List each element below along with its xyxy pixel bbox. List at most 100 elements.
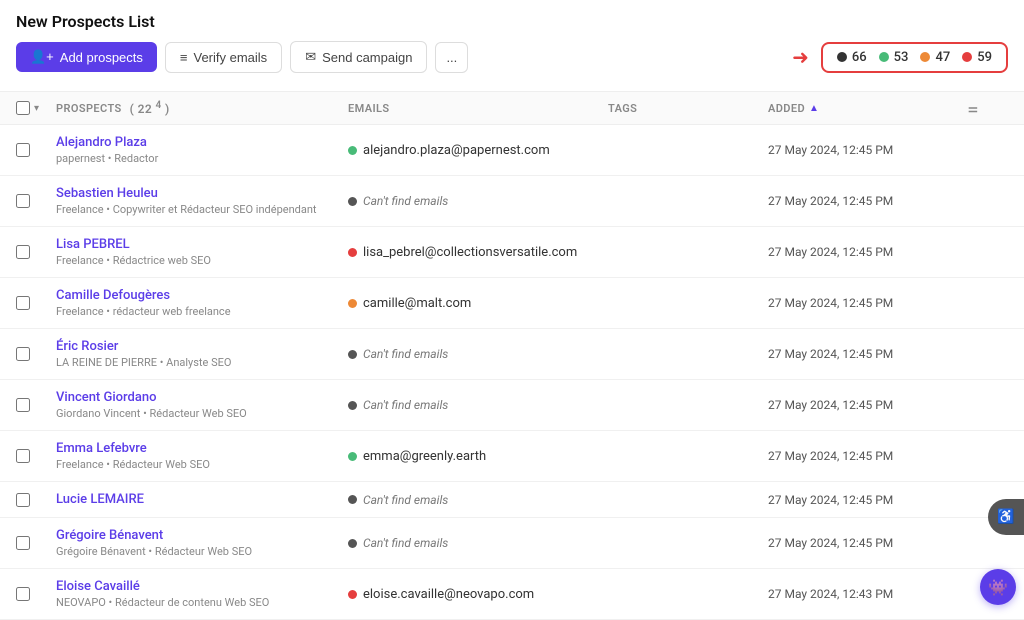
th-emails-label: EMAILS <box>348 102 390 115</box>
th-added[interactable]: ADDED ▲ <box>768 102 968 115</box>
row-checkbox[interactable] <box>16 587 30 601</box>
email-text: emma@greenly.earth <box>363 449 486 464</box>
verify-emails-icon: ≡ <box>180 50 188 65</box>
send-campaign-label: Send campaign <box>322 50 412 65</box>
arrow-indicator: ➜ <box>792 45 809 69</box>
stat-orange-count: 47 <box>935 50 950 65</box>
prospect-name-link[interactable]: Grégoire Bénavent <box>56 528 163 543</box>
select-all-checkbox[interactable] <box>16 101 30 115</box>
row-checkbox-cell <box>16 296 56 310</box>
email-status-dot <box>348 350 357 359</box>
email-cell: Can't find emails <box>348 493 608 507</box>
row-checkbox[interactable] <box>16 493 30 507</box>
email-text: eloise.cavaille@neovapo.com <box>363 587 534 602</box>
accessibility-widget[interactable]: ♿ <box>988 499 1024 535</box>
email-status-dot <box>348 495 357 504</box>
filter-icon[interactable]: ⚌ <box>968 102 978 115</box>
stat-dark: 66 <box>837 50 867 65</box>
chat-widget[interactable]: 👾 <box>980 569 1016 605</box>
row-checkbox[interactable] <box>16 296 30 310</box>
table-row: Lucie LEMAIRE Can't find emails 27 May 202… <box>0 482 1024 518</box>
row-checkbox[interactable] <box>16 347 30 361</box>
table-row: Grégoire Bénavent Grégoire Bénavent • Réd… <box>0 518 1024 569</box>
prospect-name-link[interactable]: Emma Lefebvre <box>56 441 147 456</box>
verify-emails-button[interactable]: ≡ Verify emails <box>165 42 282 73</box>
row-checkbox[interactable] <box>16 449 30 463</box>
email-text: Can't find emails <box>363 398 448 412</box>
stats-container: 66 53 47 59 <box>821 42 1008 73</box>
email-status-dot <box>348 401 357 410</box>
added-date-cell: 27 May 2024, 12:45 PM <box>768 143 968 157</box>
th-prospects-count: ( 22 4 ) <box>130 100 170 116</box>
stat-green-dot <box>879 52 889 62</box>
add-prospects-button[interactable]: 👤+ Add prospects <box>16 42 157 72</box>
prospect-cell: Lucie LEMAIRE <box>56 492 348 507</box>
prospect-name-link[interactable]: Alejandro Plaza <box>56 135 147 150</box>
table-row: Emma LefebvreFreelance • Rédacteur Web S… <box>0 431 1024 482</box>
stat-dark-dot <box>837 52 847 62</box>
row-checkbox-cell <box>16 245 56 259</box>
email-status-dot <box>348 248 357 257</box>
prospect-sub: papernest • Redactor <box>56 152 348 165</box>
row-checkbox[interactable] <box>16 194 30 208</box>
stat-orange: 47 <box>920 50 950 65</box>
send-campaign-button[interactable]: ✉ Send campaign <box>290 41 427 73</box>
th-filter[interactable]: ⚌ <box>968 102 1008 115</box>
prospect-sub: NEOVAPO • Rédacteur de contenu Web SEO <box>56 596 348 609</box>
prospect-name-link[interactable]: Éric Rosier <box>56 339 118 354</box>
th-prospects-label: PROSPECTS <box>56 102 122 115</box>
prospect-name-link[interactable]: Sebastien Heuleu <box>56 186 158 201</box>
added-date-cell: 27 May 2024, 12:45 PM <box>768 449 968 463</box>
table-row: Alejandro Plazapapernest • Redactoraleja… <box>0 125 1024 176</box>
email-text: camille@malt.com <box>363 296 471 311</box>
stat-red-count: 59 <box>977 50 992 65</box>
checkbox-dropdown-icon[interactable]: ▾ <box>34 103 39 114</box>
table-row: Vincent GiordanoGiordano Vincent • Rédac… <box>0 380 1024 431</box>
added-date-cell: 27 May 2024, 12:45 PM <box>768 493 968 507</box>
prospect-cell: Camille DefougèresFreelance • rédacteur … <box>56 288 348 318</box>
prospect-name-link[interactable]: Lucie LEMAIRE <box>56 492 144 507</box>
email-cell: lisa_pebrel@collectionsversatile.com <box>348 245 608 260</box>
row-checkbox[interactable] <box>16 245 30 259</box>
prospect-name-link[interactable]: Eloise Cavaillé <box>56 579 140 594</box>
sort-arrow-icon: ▲ <box>809 103 819 114</box>
toolbar: 👤+ Add prospects ≡ Verify emails ✉ Send … <box>16 41 1008 83</box>
th-emails: EMAILS <box>348 102 608 115</box>
prospect-cell: Vincent GiordanoGiordano Vincent • Rédac… <box>56 390 348 420</box>
email-text: Can't find emails <box>363 347 448 361</box>
prospect-cell: Eloise Cavaillé NEOVAPO • Rédacteur de co… <box>56 579 348 609</box>
row-checkbox[interactable] <box>16 536 30 550</box>
email-cell: Can't find emails <box>348 398 608 412</box>
verify-emails-label: Verify emails <box>193 50 267 65</box>
prospect-sub: Grégoire Bénavent • Rédacteur Web SEO <box>56 545 348 558</box>
prospect-cell: Sebastien Heuleu Freelance • Copywriter e… <box>56 186 348 216</box>
email-text: Can't find emails <box>363 536 448 550</box>
table-row: Lisa PEBRELFreelance • Rédactrice web SE… <box>0 227 1024 278</box>
prospect-sub: Freelance • Copywriter et Rédacteur SEO … <box>56 203 348 216</box>
prospects-table: ▾ PROSPECTS ( 22 4 ) EMAILS TAGS ADDED ▲… <box>0 91 1024 620</box>
email-cell: eloise.cavaille@neovapo.com <box>348 587 608 602</box>
prospect-cell: Grégoire Bénavent Grégoire Bénavent • Réd… <box>56 528 348 558</box>
more-options-label: ... <box>446 50 457 65</box>
more-options-button[interactable]: ... <box>435 42 468 73</box>
added-date-cell: 27 May 2024, 12:45 PM <box>768 347 968 361</box>
email-status-dot <box>348 146 357 155</box>
prospect-name-link[interactable]: Vincent Giordano <box>56 390 156 405</box>
row-checkbox[interactable] <box>16 398 30 412</box>
stat-green: 53 <box>879 50 909 65</box>
added-date-cell: 27 May 2024, 12:45 PM <box>768 245 968 259</box>
email-cell: Can't find emails <box>348 536 608 550</box>
stat-orange-dot <box>920 52 930 62</box>
email-status-dot <box>348 299 357 308</box>
prospect-cell: Emma LefebvreFreelance • Rédacteur Web S… <box>56 441 348 471</box>
prospect-name-link[interactable]: Lisa PEBREL <box>56 237 130 252</box>
table-header: ▾ PROSPECTS ( 22 4 ) EMAILS TAGS ADDED ▲… <box>0 91 1024 125</box>
row-checkbox-cell <box>16 143 56 157</box>
row-checkbox[interactable] <box>16 143 30 157</box>
send-campaign-icon: ✉ <box>305 49 316 65</box>
email-status-dot <box>348 539 357 548</box>
table-row: Sebastien Heuleu Freelance • Copywriter e… <box>0 176 1024 227</box>
prospect-name-link[interactable]: Camille Defougères <box>56 288 170 303</box>
header-checkbox-area[interactable]: ▾ <box>16 101 56 115</box>
email-text: Can't find emails <box>363 493 448 507</box>
